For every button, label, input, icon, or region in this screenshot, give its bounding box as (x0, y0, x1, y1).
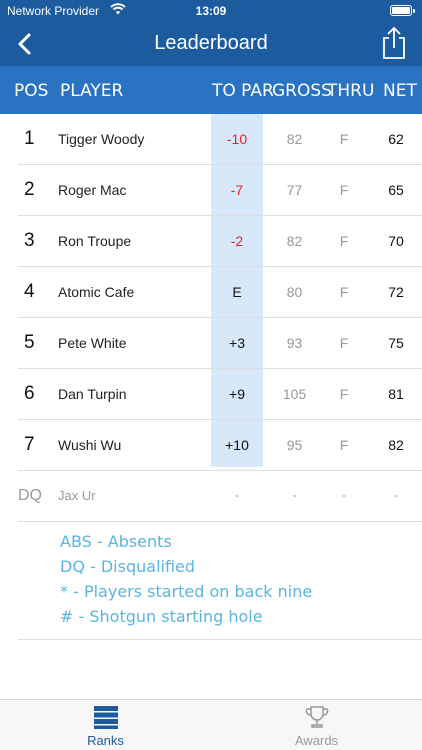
thru-status: F (339, 131, 349, 147)
net-score: 81 (388, 386, 404, 402)
table-row[interactable]: 1 Tigger Woody -10 82 F 62 (0, 114, 422, 165)
position: DQ (18, 487, 42, 504)
thru-status: F (339, 437, 349, 453)
status-bar: Network Provider 13:09 (0, 0, 422, 22)
gross-score: 95 (286, 437, 303, 453)
position: 4 (24, 281, 35, 302)
net-score: 82 (388, 437, 404, 453)
player-name: Ron Troupe (58, 233, 132, 249)
tab-ranks-label: Ranks (87, 733, 124, 748)
trophy-icon (305, 706, 329, 728)
legend-item: ABS - Absents (60, 532, 172, 551)
leaderboard-header: POS PLAYER TO PAR GROSS THRU NET (0, 66, 422, 114)
column-header-pos[interactable]: POS (14, 81, 48, 101)
net-score: - (394, 488, 398, 502)
thru-status: F (339, 386, 349, 402)
thru-status: - (342, 488, 346, 502)
column-header-to-par[interactable]: TO PAR (212, 81, 274, 101)
thru-status: F (339, 284, 349, 300)
gross-score: 105 (282, 386, 307, 402)
column-header-net[interactable]: NET (383, 81, 417, 101)
navigation-bar: Leaderboard (0, 22, 422, 66)
position: 7 (24, 434, 35, 455)
table-row[interactable]: 3 Ron Troupe -2 82 F 70 (0, 216, 422, 267)
position: 6 (24, 383, 35, 404)
to-par-score: -7 (230, 182, 244, 198)
gross-score: - (292, 488, 297, 502)
column-header-gross[interactable]: GROSS (272, 81, 332, 101)
tab-awards-label: Awards (294, 733, 339, 748)
gross-score: 82 (286, 233, 303, 249)
gross-score: 80 (286, 284, 303, 300)
player-name: Tigger Woody (58, 131, 145, 147)
net-score: 65 (388, 182, 404, 198)
tab-ranks[interactable]: Ranks (0, 700, 211, 750)
tab-awards[interactable]: Awards (211, 700, 422, 750)
clock: 13:09 (195, 4, 227, 18)
to-par-score: +9 (229, 386, 245, 402)
list-icon (94, 706, 118, 729)
table-row[interactable]: 4 Atomic Cafe E 80 F 72 (0, 267, 422, 318)
position: 1 (24, 128, 35, 149)
position: 3 (24, 230, 35, 251)
table-row[interactable]: 7 Wushi Wu +10 95 F 82 (0, 420, 422, 471)
legend-item: DQ - Disqualified (60, 557, 196, 576)
table-row[interactable]: 2 Roger Mac -7 77 F 65 (0, 165, 422, 216)
to-par-score: -2 (230, 233, 244, 249)
battery-icon (390, 5, 415, 16)
thru-status: F (339, 233, 349, 249)
legend-item: # - Shotgun starting hole (60, 607, 263, 626)
gross-score: 82 (286, 131, 303, 147)
column-header-player[interactable]: PLAYER (60, 81, 123, 101)
player-name: Wushi Wu (58, 437, 122, 453)
gross-score: 93 (286, 335, 303, 351)
player-name: Pete White (58, 335, 127, 351)
net-score: 70 (388, 233, 404, 249)
to-par-score: +10 (225, 437, 249, 453)
net-score: 75 (388, 335, 404, 351)
net-score: 62 (388, 131, 404, 147)
player-name: Atomic Cafe (58, 284, 135, 300)
page-title: Leaderboard (154, 32, 268, 54)
thru-status: F (339, 335, 349, 351)
net-score: 72 (388, 284, 404, 300)
legend-notes: ABS - Absents DQ - Disqualified * - Play… (0, 518, 422, 640)
position: 2 (24, 179, 35, 200)
share-icon[interactable] (380, 26, 408, 60)
player-name: Jax Ur (58, 488, 96, 503)
table-row-disqualified[interactable]: DQ Jax Ur - - - - (0, 471, 422, 522)
player-name: Roger Mac (58, 182, 127, 198)
position: 5 (24, 332, 35, 353)
tab-bar: Ranks Awards (0, 699, 422, 750)
table-row[interactable]: 6 Dan Turpin +9 105 F 81 (0, 369, 422, 420)
gross-score: 77 (286, 182, 303, 198)
to-par-score: +3 (229, 335, 245, 351)
to-par-score: -10 (226, 131, 248, 147)
player-name: Dan Turpin (58, 386, 127, 402)
leaderboard-list: 1 Tigger Woody -10 82 F 62 2 Roger Mac -… (0, 114, 422, 522)
to-par-score: E (232, 284, 242, 300)
table-row[interactable]: 5 Pete White +3 93 F 75 (0, 318, 422, 369)
thru-status: F (339, 182, 349, 198)
column-header-thru[interactable]: THRU (327, 81, 374, 101)
to-par-score: - (235, 488, 239, 502)
legend-item: * - Players started on back nine (60, 582, 313, 601)
